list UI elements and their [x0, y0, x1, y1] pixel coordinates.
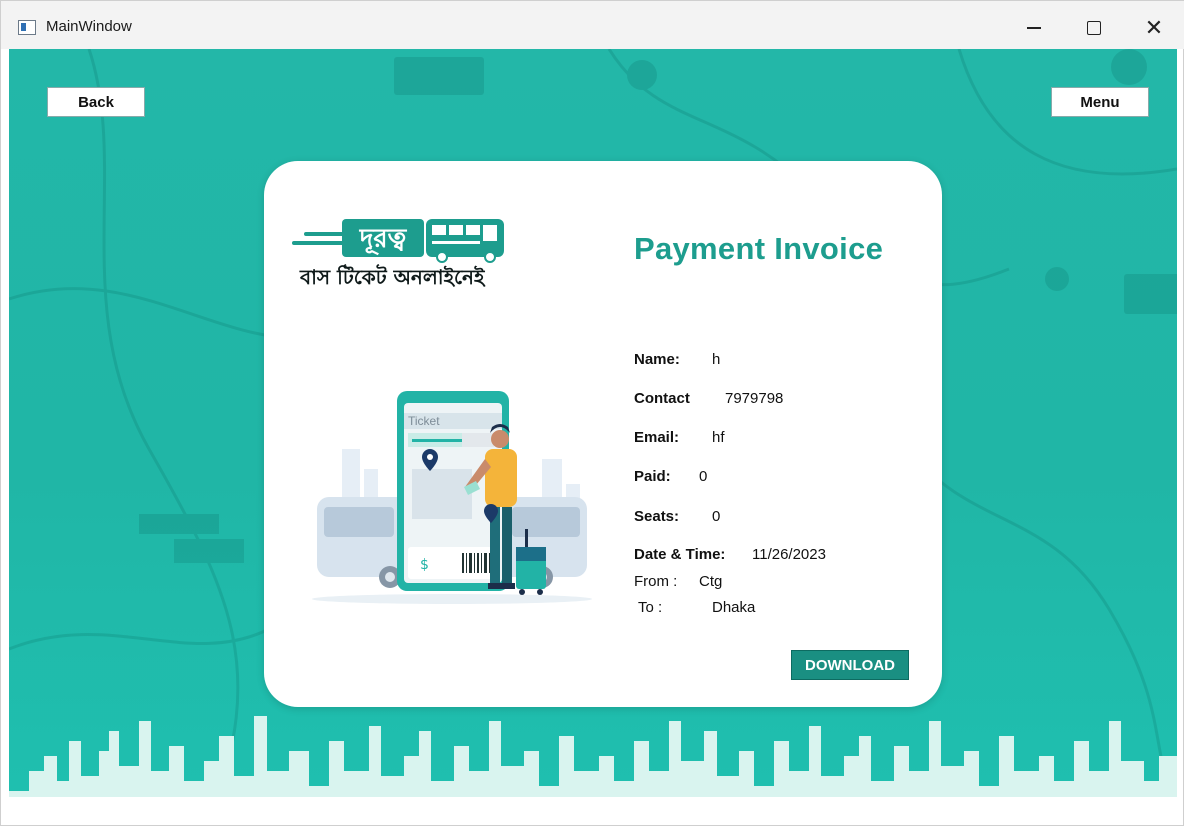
close-icon: ✕	[1144, 15, 1164, 41]
from-row: From : Ctg	[634, 573, 722, 590]
to-label: To :	[638, 599, 663, 616]
seats-row: Seats: 0	[634, 508, 720, 525]
svg-text:$: $	[420, 557, 429, 573]
datetime-value: 11/26/2023	[752, 546, 826, 563]
main-window: MainWindow ✕ Back Menu দূরত্ব বাস টিকেট …	[0, 0, 1184, 826]
back-button[interactable]: Back	[47, 87, 145, 117]
to-row: To : Dhaka	[638, 599, 755, 616]
title-bar[interactable]: MainWindow ✕	[1, 1, 1184, 49]
seats-value: 0	[712, 508, 721, 525]
email-label: Email:	[634, 429, 680, 446]
maximize-button[interactable]	[1071, 11, 1117, 45]
page-title: Payment Invoice	[634, 231, 884, 266]
name-row: Name: h	[634, 351, 720, 368]
email-row: Email: hf	[634, 429, 725, 446]
name-value: h	[712, 351, 721, 368]
bus-logo-icon: দূরত্ব	[292, 219, 504, 263]
minimize-icon	[1027, 27, 1041, 29]
logo-word: দূরত্ব	[359, 224, 408, 255]
seats-label: Seats:	[634, 508, 680, 525]
datetime-label: Date & Time:	[634, 546, 726, 563]
brand-logo: দূরত্ব বাস টিকেট অনলাইনেই	[292, 213, 508, 293]
paid-row: Paid: 0	[634, 468, 707, 485]
from-label: From :	[634, 573, 678, 590]
window-title: MainWindow	[46, 18, 132, 35]
download-button[interactable]: DOWNLOAD	[791, 650, 909, 680]
menu-button[interactable]: Menu	[1051, 87, 1149, 117]
maximize-icon	[1087, 21, 1101, 35]
ticket-illustration: Ticket $	[312, 391, 592, 604]
from-value: Ctg	[699, 573, 723, 590]
paid-label: Paid:	[634, 468, 671, 485]
close-button[interactable]: ✕	[1131, 11, 1177, 45]
invoice-card: দূরত্ব বাস টিকেট অনলাইনেই Payment Invoic…	[264, 161, 942, 707]
datetime-row: Date & Time: 11/26/2023	[634, 546, 826, 563]
paid-value: 0	[699, 468, 708, 485]
ticket-label: Ticket	[408, 414, 440, 428]
content-area: Back Menu দূরত্ব বাস টিকেট অনলাইনেই Paym…	[9, 49, 1177, 819]
email-value: hf	[712, 429, 725, 446]
contact-row: Contact 7979798	[634, 390, 783, 407]
contact-label: Contact	[634, 390, 690, 407]
minimize-button[interactable]	[1011, 11, 1057, 45]
city-skyline	[9, 716, 1177, 819]
brand-tagline: বাস টিকেট অনলাইনেই	[300, 265, 485, 289]
to-value: Dhaka	[712, 599, 756, 616]
app-icon	[18, 20, 36, 35]
contact-value: 7979798	[725, 390, 784, 407]
name-label: Name:	[634, 351, 680, 368]
